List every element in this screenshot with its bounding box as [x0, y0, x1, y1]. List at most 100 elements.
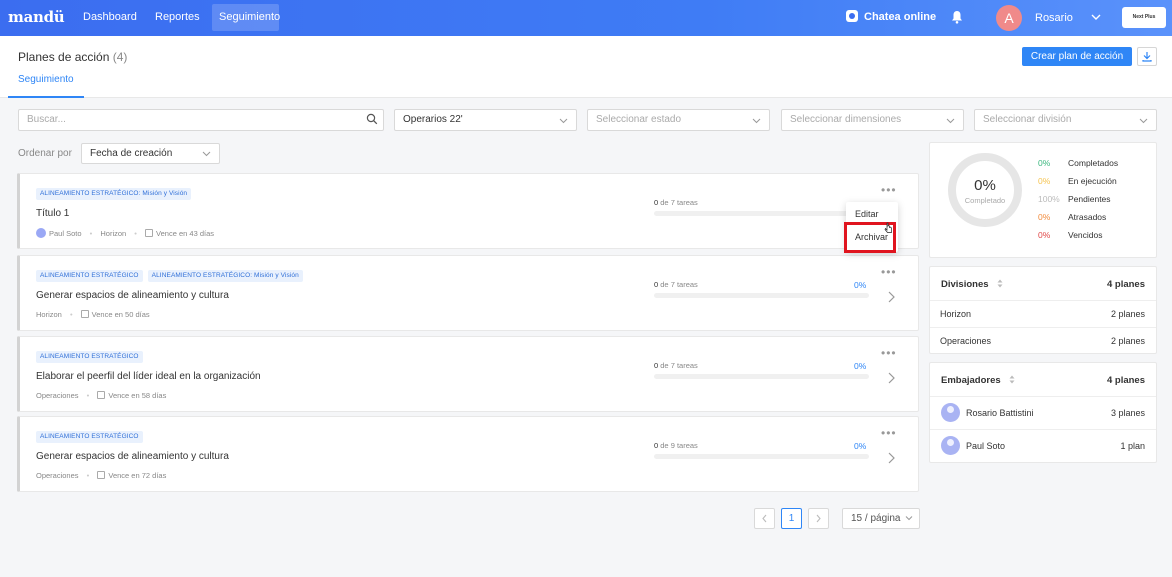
- division-row[interactable]: Horizon 2 planes: [930, 300, 1156, 327]
- more-options-icon[interactable]: •••: [881, 346, 897, 360]
- more-options-icon[interactable]: •••: [881, 183, 897, 197]
- chevron-down-icon[interactable]: [1090, 11, 1102, 23]
- plan-tags: ALINEAMIENTO ESTRATÉGICO: [36, 429, 145, 443]
- plan-progress-bar: [654, 374, 869, 379]
- completion-donut: 0% Completado: [948, 153, 1022, 227]
- plan-card[interactable]: ALINEAMIENTO ESTRATÉGICO ALINEAMIENTO ES…: [17, 255, 919, 331]
- plan-card[interactable]: ALINEAMIENTO ESTRATÉGICO Generar espacio…: [17, 416, 919, 492]
- plan-percent: 0%: [854, 361, 867, 371]
- plan-owner: Paul Soto: [49, 229, 82, 238]
- menu-item-editar[interactable]: Editar: [855, 209, 879, 219]
- calendar-icon: [80, 310, 89, 318]
- plan-meta: Operaciones • Vence en 72 días: [36, 471, 166, 480]
- period-select[interactable]: Operarios 22': [394, 109, 577, 131]
- summary-panel: 0% Completado 0% Completados 0% En ejecuci…: [929, 142, 1157, 258]
- plan-tag: ALINEAMIENTO ESTRATÉGICO: [36, 431, 143, 443]
- plan-card[interactable]: ALINEAMIENTO ESTRATÉGICO: Misión y Visió…: [17, 173, 919, 249]
- more-options-icon[interactable]: •••: [881, 265, 897, 279]
- bell-icon[interactable]: [951, 10, 963, 24]
- plan-count: (4): [112, 50, 128, 64]
- ambassadors-title: Embajadores: [941, 375, 1001, 386]
- completion-label: Completado: [964, 196, 1006, 205]
- meta-separator: •: [69, 310, 73, 319]
- divisions-header[interactable]: Divisiones: [941, 279, 1003, 290]
- plan-title[interactable]: Generar espacios de alineamiento y cultu…: [36, 290, 229, 301]
- ambassador-row[interactable]: Rosario Battistini 3 planes: [930, 396, 1156, 429]
- download-button[interactable]: [1137, 47, 1157, 66]
- nav-seguimiento[interactable]: Seguimiento: [212, 4, 280, 31]
- plan-card[interactable]: ALINEAMIENTO ESTRATÉGICO Elaborar el pee…: [17, 336, 919, 412]
- pagination-prev-button[interactable]: [754, 508, 775, 529]
- stat-label: Pendientes: [1068, 194, 1111, 204]
- plan-progress-bar: [654, 454, 869, 459]
- chevron-right-icon[interactable]: [886, 451, 896, 465]
- ambassador-row[interactable]: Paul Soto 1 plan: [930, 429, 1156, 462]
- plan-title[interactable]: Elaborar el peerfil del líder ideal en l…: [36, 371, 261, 382]
- plan-division: Operaciones: [36, 471, 79, 480]
- plan-due: Vence en 58 días: [108, 391, 167, 400]
- search-icon[interactable]: [366, 113, 378, 125]
- meta-separator: •: [86, 471, 90, 480]
- stat-value: 0%: [1038, 212, 1051, 222]
- user-avatar[interactable]: A: [996, 5, 1022, 31]
- stat-value: 100%: [1038, 194, 1060, 204]
- page-size-select[interactable]: 15 / página: [842, 508, 920, 529]
- user-name[interactable]: Rosario: [1035, 12, 1073, 24]
- chat-online-button[interactable]: Chatea online: [846, 10, 936, 23]
- tasks-done: 0: [654, 198, 659, 207]
- nav-dashboard[interactable]: Dashboard: [76, 4, 144, 31]
- plan-title[interactable]: Título 1: [36, 208, 69, 219]
- chat-label: Chatea online: [864, 11, 937, 23]
- next-plus-button[interactable]: Next Plus: [1122, 7, 1166, 28]
- plan-division: Horizon: [36, 310, 62, 319]
- chevron-right-icon[interactable]: [886, 290, 896, 304]
- stat-label: Completados: [1068, 158, 1119, 168]
- stat-row: 0% Atrasados: [1038, 212, 1106, 222]
- chevron-down-icon: [202, 151, 211, 157]
- chevron-down-icon: [752, 118, 761, 124]
- sort-icon[interactable]: [1009, 375, 1015, 384]
- stat-row: 0% Completados: [1038, 158, 1118, 168]
- division-select-placeholder: Seleccionar división: [983, 114, 1072, 125]
- pagination-next-button[interactable]: [808, 508, 829, 529]
- plan-tags: ALINEAMIENTO ESTRATÉGICO ALINEAMIENTO ES…: [36, 268, 305, 282]
- pagination-page-1[interactable]: 1: [781, 508, 802, 529]
- plan-tasks: 0 de 7 tareas: [654, 361, 698, 370]
- plan-due: Vence en 43 días: [156, 229, 214, 238]
- download-icon: [1142, 52, 1152, 62]
- chevron-right-icon[interactable]: [886, 371, 896, 385]
- ambassadors-header[interactable]: Embajadores: [941, 375, 1015, 386]
- ambassadors-count: 4 planes: [1106, 375, 1145, 386]
- state-select-placeholder: Seleccionar estado: [596, 114, 682, 125]
- divisions-panel: Divisiones 4 planes Horizon 2 planes Ope…: [929, 266, 1157, 354]
- plan-tag: ALINEAMIENTO ESTRATÉGICO: Misión y Visió…: [147, 270, 303, 282]
- plan-tag: ALINEAMIENTO ESTRATÉGICO: Misión y Visió…: [36, 188, 192, 200]
- create-plan-button[interactable]: Crear plan de acción: [1022, 47, 1132, 66]
- sort-select[interactable]: Fecha de creación: [81, 143, 220, 164]
- search-input[interactable]: Buscar...: [18, 109, 384, 131]
- tab-seguimiento[interactable]: Seguimiento: [8, 68, 84, 98]
- tasks-total: de 9 tareas: [660, 441, 698, 450]
- dimensions-select-placeholder: Seleccionar dimensiones: [790, 114, 902, 125]
- nav-reportes[interactable]: Reportes: [148, 4, 207, 31]
- stat-label: Atrasados: [1068, 212, 1107, 222]
- state-select[interactable]: Seleccionar estado: [587, 109, 770, 131]
- top-navigation-bar: mandü Dashboard Reportes Seguimiento Cha…: [0, 0, 1172, 36]
- divisions-count: 4 planes: [1106, 279, 1145, 290]
- meta-separator: •: [134, 229, 137, 238]
- ambassadors-panel: Embajadores 4 planes Rosario Battistini …: [929, 362, 1157, 463]
- division-select[interactable]: Seleccionar división: [974, 109, 1157, 131]
- completion-percent: 0%: [974, 177, 996, 194]
- more-options-icon[interactable]: •••: [881, 426, 897, 440]
- division-row[interactable]: Operaciones 2 planes: [930, 327, 1156, 354]
- plan-due: Vence en 50 días: [91, 310, 150, 319]
- app-logo[interactable]: mandü: [8, 8, 65, 26]
- dimensions-select[interactable]: Seleccionar dimensiones: [781, 109, 964, 131]
- sort-icon[interactable]: [997, 279, 1003, 288]
- division-plans: 2 planes: [1110, 309, 1145, 319]
- tasks-total: de 7 tareas: [660, 361, 698, 370]
- stat-value: 0%: [1038, 176, 1051, 186]
- plan-title[interactable]: Generar espacios de alineamiento y cultu…: [36, 451, 229, 462]
- stat-label: Vencidos: [1068, 230, 1103, 240]
- tasks-done: 0: [654, 280, 659, 289]
